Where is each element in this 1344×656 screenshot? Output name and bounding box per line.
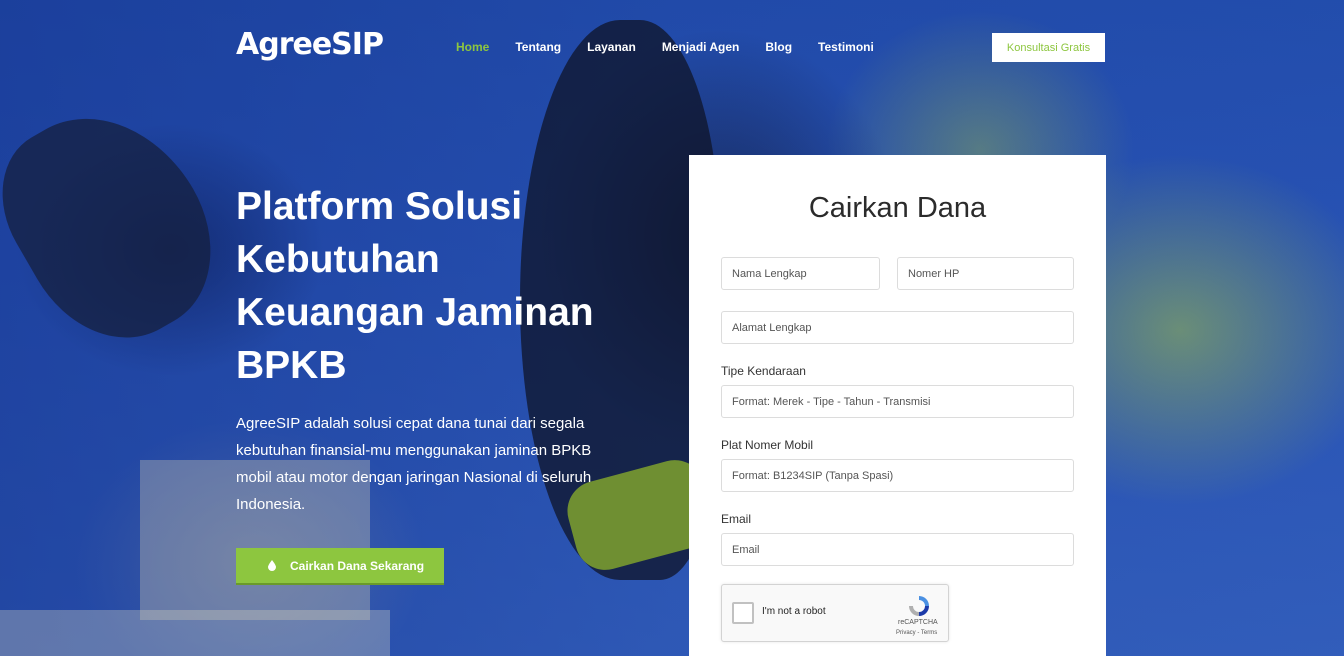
brand-logo[interactable]: AgreeSIP <box>236 27 384 62</box>
recaptcha-widget: I'm not a robot reCAPTCHA Privacy - Term… <box>721 584 949 642</box>
recaptcha-text: I'm not a robot <box>762 606 826 617</box>
nav-testimoni[interactable]: Testimoni <box>818 40 874 54</box>
recaptcha-checkbox[interactable] <box>732 602 754 624</box>
loan-form-card: Cairkan Dana Tipe Kendaraan Plat Nomer M… <box>689 155 1106 656</box>
recaptcha-brand: reCAPTCHA <box>898 619 938 626</box>
main-nav: Home Tentang Layanan Menjadi Agen Blog T… <box>456 40 900 54</box>
nav-layanan[interactable]: Layanan <box>587 40 636 54</box>
vehicle-input[interactable] <box>721 385 1074 418</box>
recaptcha-links[interactable]: Privacy - Terms <box>896 630 937 636</box>
consultation-button[interactable]: Konsultasi Gratis <box>992 33 1105 62</box>
name-input[interactable] <box>721 257 880 290</box>
nav-tentang[interactable]: Tentang <box>515 40 561 54</box>
form-title: Cairkan Dana <box>808 192 987 224</box>
cardboard-box-image <box>0 610 390 656</box>
hero-title: Platform Solusi Kebutuhan Keuangan Jamin… <box>236 185 594 387</box>
cairkan-dana-button-label: Cairkan Dana Sekarang <box>290 558 425 573</box>
email-input[interactable] <box>721 533 1074 566</box>
email-label: Email <box>721 512 752 526</box>
plate-input[interactable] <box>721 459 1074 492</box>
recaptcha-icon <box>909 596 929 616</box>
vehicle-label: Tipe Kendaraan <box>721 364 806 378</box>
cairkan-dana-button[interactable]: Cairkan Dana Sekarang <box>236 548 444 585</box>
nav-home[interactable]: Home <box>456 40 489 54</box>
nav-blog[interactable]: Blog <box>765 40 792 54</box>
phone-input[interactable] <box>897 257 1074 290</box>
plate-label: Plat Nomer Mobil <box>721 438 814 452</box>
drop-icon <box>268 560 276 571</box>
address-input[interactable] <box>721 311 1074 344</box>
nav-menjadi-agen[interactable]: Menjadi Agen <box>662 40 740 54</box>
hero-description: AgreeSIP adalah solusi cepat dana tunai … <box>236 415 592 513</box>
